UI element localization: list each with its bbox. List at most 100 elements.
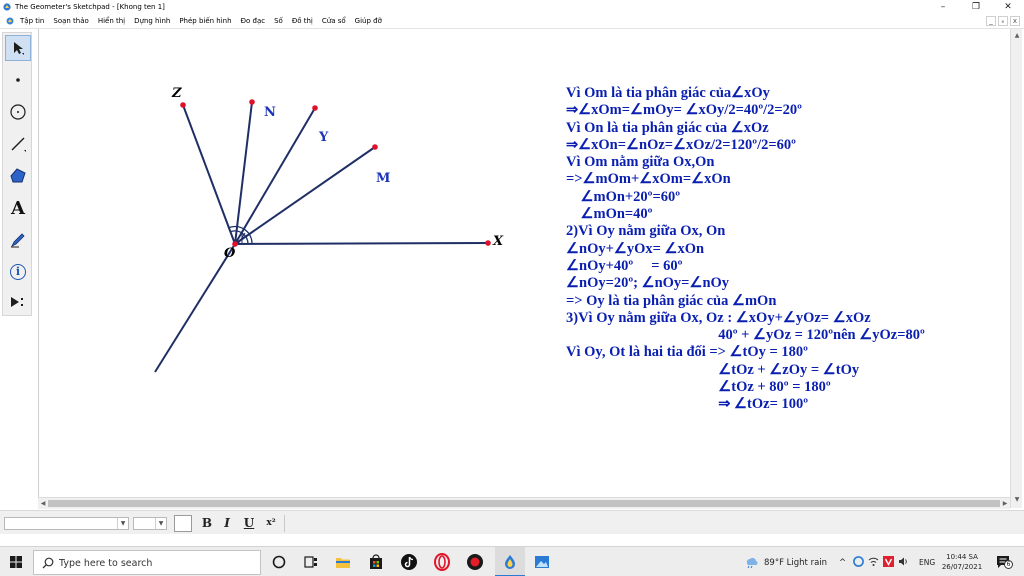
task-view-icon[interactable] bbox=[302, 553, 320, 571]
symbol-palette-button[interactable]: x² bbox=[262, 516, 280, 531]
label-y[interactable]: Y bbox=[319, 131, 328, 145]
point-x[interactable] bbox=[485, 240, 491, 246]
information-tool[interactable]: i bbox=[5, 259, 31, 285]
polygon-tool[interactable] bbox=[5, 163, 31, 189]
document-icon[interactable] bbox=[6, 17, 14, 25]
bold-button[interactable]: B bbox=[200, 516, 214, 531]
segment-o-m[interactable] bbox=[234, 146, 376, 245]
search-icon bbox=[42, 557, 54, 569]
record-app-icon[interactable] bbox=[466, 553, 484, 571]
notification-count-badge: 6 bbox=[1004, 560, 1013, 569]
straightedge-tool[interactable] bbox=[5, 131, 31, 157]
app-window: The Geometer's Sketchpad - [Khong ten 1]… bbox=[0, 0, 1024, 576]
text-a-icon: A bbox=[11, 197, 25, 219]
horizontal-scroll-thumb[interactable] bbox=[48, 500, 1000, 507]
menu-display[interactable]: Hiển thị bbox=[98, 17, 125, 26]
segment-o-x[interactable] bbox=[234, 242, 489, 245]
menu-number[interactable]: Số bbox=[274, 17, 283, 26]
file-explorer-icon[interactable] bbox=[334, 553, 352, 571]
menu-construct[interactable]: Dựng hình bbox=[134, 17, 170, 26]
doc-minimize-button[interactable]: _ bbox=[986, 16, 996, 26]
solution-line: 40º + ∠yOz = 120ºnên ∠yOz=80º bbox=[566, 327, 925, 344]
label-m[interactable]: M bbox=[376, 172, 390, 186]
notification-center-button[interactable]: 6 bbox=[996, 555, 1013, 569]
point-n[interactable] bbox=[249, 99, 255, 105]
antivirus-icon[interactable] bbox=[883, 556, 894, 567]
tray-chevron-icon[interactable]: ^ bbox=[839, 558, 846, 568]
point-z[interactable] bbox=[180, 102, 186, 108]
maximize-button[interactable]: ❐ bbox=[965, 0, 987, 14]
font-size-select[interactable]: ▼ bbox=[133, 517, 167, 530]
scroll-right-arrow-icon[interactable]: ▶ bbox=[1000, 498, 1010, 510]
segment-o-t[interactable] bbox=[154, 243, 236, 373]
arrow-select-tool[interactable] bbox=[5, 35, 31, 61]
sketchpad-app-icon bbox=[3, 3, 11, 11]
segment-o-n[interactable] bbox=[234, 101, 253, 245]
menu-transform[interactable]: Phép biến hình bbox=[179, 17, 231, 26]
menu-file[interactable]: Tập tin bbox=[20, 17, 44, 26]
font-family-select[interactable]: ▼ bbox=[4, 517, 129, 530]
window-title: The Geometer's Sketchpad - [Khong ten 1] bbox=[15, 3, 165, 11]
menu-window[interactable]: Cửa sổ bbox=[322, 17, 346, 26]
photos-app-icon[interactable] bbox=[533, 553, 551, 571]
sketch-canvas[interactable]: Z N Y M X O Vì Om là tia phân giác của∠x… bbox=[38, 29, 1010, 497]
wifi-icon[interactable] bbox=[868, 556, 879, 567]
close-button[interactable]: ✕ bbox=[997, 0, 1019, 14]
label-x[interactable]: X bbox=[493, 235, 503, 249]
point-tool[interactable] bbox=[5, 67, 31, 93]
language-indicator[interactable]: ENG bbox=[919, 558, 935, 567]
solution-line: ∠tOz + ∠zOy = ∠tOy bbox=[566, 361, 860, 378]
solution-line: ∠mOn+20º=60º bbox=[566, 188, 681, 205]
windows-taskbar: Type here to search 89°F Light rain ^ EN… bbox=[0, 546, 1024, 576]
scroll-down-arrow-icon[interactable]: ▼ bbox=[1011, 495, 1023, 505]
tiktok-icon[interactable] bbox=[400, 553, 418, 571]
text-color-button[interactable] bbox=[174, 515, 192, 532]
volume-icon[interactable] bbox=[898, 556, 909, 567]
scroll-left-arrow-icon[interactable]: ◀ bbox=[38, 498, 48, 510]
point-m[interactable] bbox=[372, 144, 378, 150]
taskbar-clock[interactable]: 10:44 SA 26/07/2021 bbox=[937, 552, 987, 572]
underline-button[interactable]: U bbox=[242, 516, 256, 531]
solution-line: ⇒∠xOn=∠nOz=∠xOz/2=120º/2=60º bbox=[566, 136, 796, 153]
solution-line: ∠nOy+∠yOx= ∠xOn bbox=[566, 240, 705, 257]
solution-text-box[interactable]: Vì Om là tia phân giác của∠xOy ⇒∠xOm=∠mO… bbox=[566, 85, 1011, 414]
minimize-button[interactable]: – bbox=[932, 0, 954, 14]
menu-bar: Tập tin Soạn thảo Hiển thị Dựng hình Phé… bbox=[0, 14, 1024, 29]
scroll-up-arrow-icon[interactable]: ▲ bbox=[1011, 31, 1023, 41]
text-format-bar: ▼ ▼ B I U x² bbox=[0, 510, 1024, 534]
sketchpad-taskbar-icon[interactable] bbox=[501, 553, 519, 571]
edge-tray-icon[interactable] bbox=[853, 556, 864, 567]
cortana-circle-icon[interactable] bbox=[270, 553, 288, 571]
solution-line: ⇒ ∠tOz= 100º bbox=[566, 396, 808, 413]
segment-o-y[interactable] bbox=[234, 107, 316, 245]
menu-help[interactable]: Giúp đỡ bbox=[355, 17, 382, 26]
microsoft-store-icon[interactable] bbox=[367, 553, 385, 571]
vertical-scrollbar[interactable]: ▲ ▼ bbox=[1010, 29, 1022, 508]
italic-button[interactable]: I bbox=[220, 516, 234, 531]
menu-items: Tập tin Soạn thảo Hiển thị Dựng hình Phé… bbox=[20, 17, 382, 26]
solution-line: Vì Om là tia phân giác của∠xOy bbox=[566, 85, 770, 101]
opera-browser-icon[interactable] bbox=[433, 553, 451, 571]
segment-o-z[interactable] bbox=[182, 104, 236, 245]
weather-rain-icon[interactable] bbox=[744, 556, 758, 568]
solution-line: ∠mOn=40º bbox=[566, 206, 653, 223]
compass-tool[interactable] bbox=[5, 99, 31, 125]
doc-close-button[interactable]: x bbox=[1010, 16, 1020, 26]
windows-start-icon[interactable] bbox=[10, 556, 22, 568]
text-tool[interactable]: A bbox=[5, 195, 31, 221]
menu-edit[interactable]: Soạn thảo bbox=[53, 17, 88, 26]
marker-tool[interactable] bbox=[5, 227, 31, 253]
horizontal-scrollbar[interactable]: ◀ ▶ bbox=[38, 497, 1010, 509]
label-z[interactable]: Z bbox=[172, 87, 182, 101]
custom-tools[interactable] bbox=[5, 289, 31, 315]
title-bar: The Geometer's Sketchpad - [Khong ten 1]… bbox=[0, 0, 1024, 14]
label-n[interactable]: N bbox=[264, 106, 276, 120]
doc-restore-button[interactable]: ₑ bbox=[998, 16, 1008, 26]
point-y[interactable] bbox=[312, 105, 318, 111]
menu-graph[interactable]: Đồ thị bbox=[292, 17, 313, 26]
taskbar-search-box[interactable]: Type here to search bbox=[33, 550, 261, 575]
toolbox: A i bbox=[2, 32, 32, 316]
weather-text[interactable]: 89°F Light rain bbox=[764, 558, 827, 568]
menu-measure[interactable]: Đo đạc bbox=[241, 17, 266, 26]
label-o[interactable]: O bbox=[224, 247, 235, 261]
